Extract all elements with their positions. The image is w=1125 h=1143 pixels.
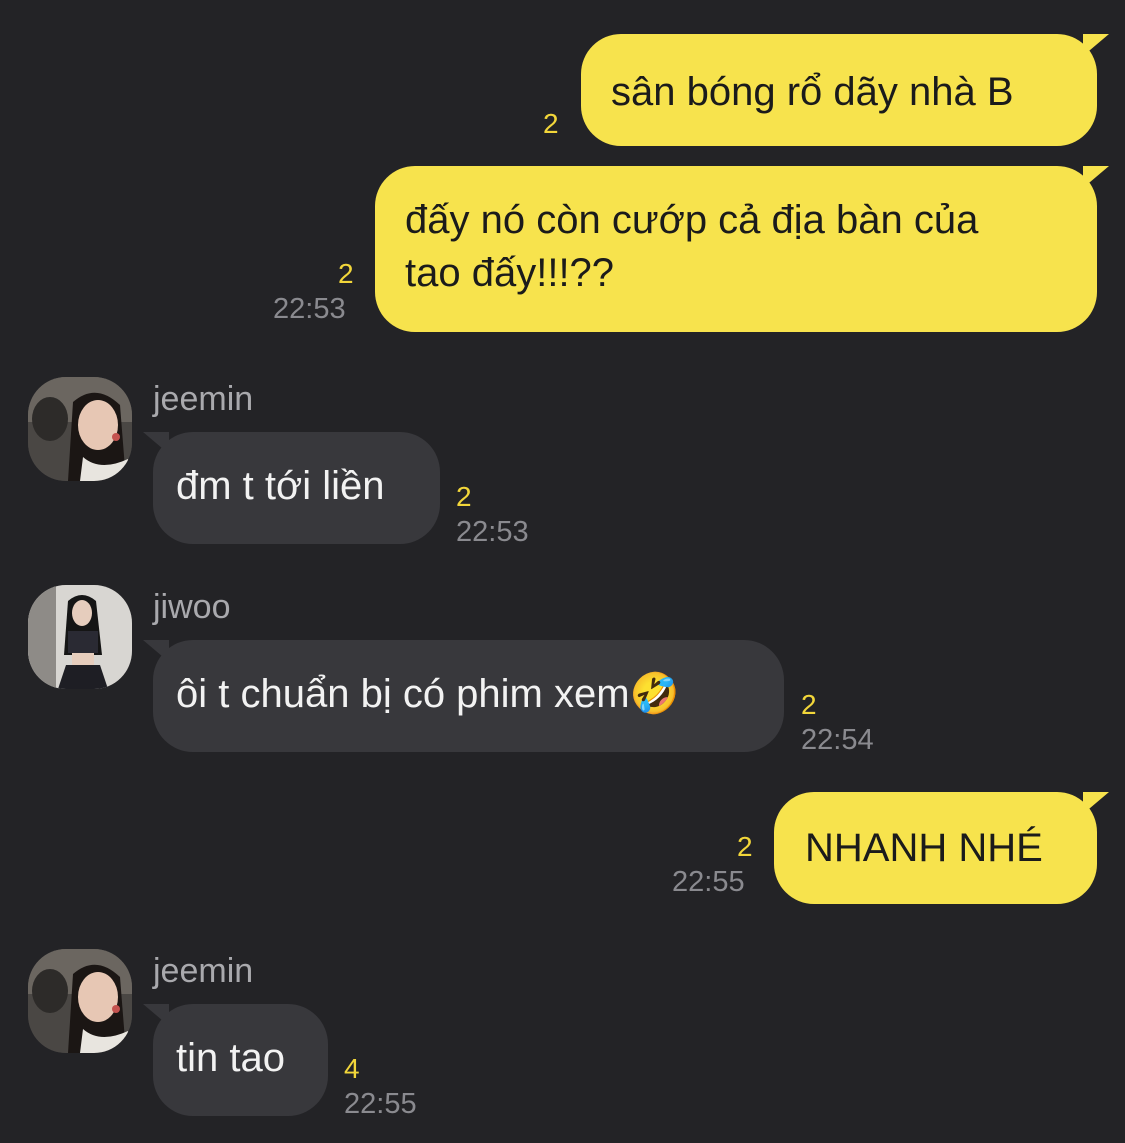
unread-count: 2 xyxy=(338,258,354,289)
message-bubble-outgoing[interactable]: NHANH NHÉ xyxy=(774,792,1097,904)
jeemin-avatar-icon xyxy=(28,949,132,1053)
bubble-tail xyxy=(143,640,169,662)
message-timestamp: 22:54 xyxy=(801,724,874,756)
message-bubble-outgoing[interactable]: sân bóng rổ dãy nhà B xyxy=(581,34,1097,146)
sender-name: jeemin xyxy=(153,952,254,990)
bubble-tail xyxy=(1083,792,1109,814)
jeemin-avatar-icon xyxy=(28,377,132,481)
message-bubble-incoming[interactable]: ôi t chuẩn bị có phim xem🤣 xyxy=(153,640,784,752)
message-bubble-outgoing[interactable]: đấy nó còn cướp cả địa bàn của tao đấy!!… xyxy=(375,166,1097,332)
bubble-tail xyxy=(143,1004,169,1026)
unread-count: 2 xyxy=(801,689,817,720)
unread-count: 2 xyxy=(456,481,472,512)
message-timestamp: 22:55 xyxy=(672,866,745,898)
bubble-tail xyxy=(1083,34,1109,56)
unread-count: 2 xyxy=(543,108,559,139)
avatar[interactable] xyxy=(28,377,132,481)
bubble-tail xyxy=(1083,166,1109,188)
avatar[interactable] xyxy=(28,585,132,689)
sender-name: jeemin xyxy=(153,380,254,418)
jiwoo-avatar-icon xyxy=(28,585,132,689)
message-bubble-incoming[interactable]: tin tao xyxy=(153,1004,328,1116)
message-bubble-incoming[interactable]: đm t tới liền xyxy=(153,432,440,544)
avatar[interactable] xyxy=(28,949,132,1053)
sender-name: jiwoo xyxy=(153,588,231,626)
message-timestamp: 22:53 xyxy=(456,516,529,548)
message-timestamp: 22:55 xyxy=(344,1088,417,1120)
message-timestamp: 22:53 xyxy=(273,293,346,325)
bubble-tail xyxy=(143,432,169,454)
unread-count: 2 xyxy=(737,831,753,862)
unread-count: 4 xyxy=(344,1053,360,1084)
